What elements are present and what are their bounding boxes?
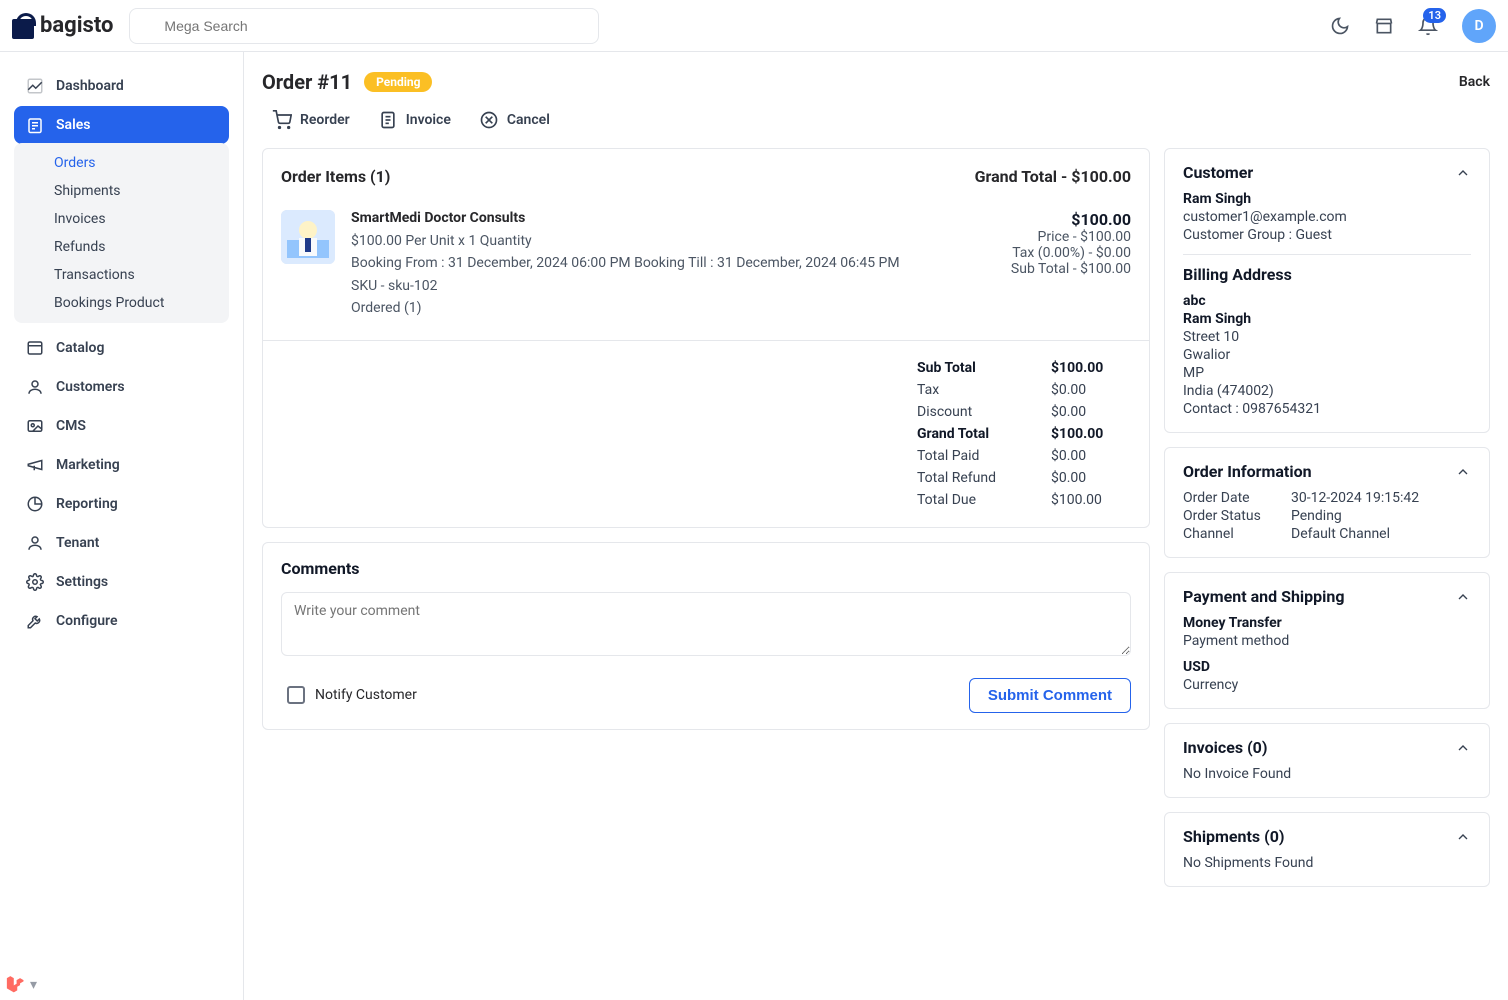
cms-icon	[26, 417, 44, 435]
order-grand-total: Grand Total - $100.00	[975, 167, 1131, 186]
order-actions: Reorder Invoice Cancel	[272, 110, 1490, 130]
sidebar-item-sales[interactable]: Sales	[14, 106, 229, 144]
avatar[interactable]: D	[1462, 9, 1496, 43]
unit-line: $100.00 Per Unit x 1 Quantity	[351, 230, 995, 252]
ordered-line: Ordered (1)	[351, 297, 995, 319]
customer-card: Customer Ram Singh customer1@example.com…	[1164, 148, 1490, 433]
status-badge: Pending	[364, 72, 432, 92]
search-wrap	[129, 8, 599, 44]
topbar: bagisto 13 D	[0, 0, 1508, 52]
line-price: Price - $100.00	[1011, 229, 1131, 245]
brand-logo[interactable]: bagisto	[12, 13, 113, 39]
invoice-button[interactable]: Invoice	[378, 110, 451, 130]
brand-name: bagisto	[40, 13, 113, 38]
sidebar-item-reporting[interactable]: Reporting	[14, 485, 229, 523]
dev-toolbar[interactable]: ▾	[6, 976, 37, 994]
page-title: Order #11	[262, 70, 352, 94]
sidebar-item-dashboard[interactable]: Dashboard	[14, 67, 229, 105]
sidebar-item-catalog[interactable]: Catalog	[14, 329, 229, 367]
sidebar-item-bookings[interactable]: Bookings Product	[14, 289, 229, 317]
tenant-icon	[26, 534, 44, 552]
chevron-up-icon[interactable]	[1455, 740, 1471, 756]
booking-line: Booking From : 31 December, 2024 06:00 P…	[351, 252, 995, 274]
billing-title: Billing Address	[1183, 265, 1471, 284]
comments-title: Comments	[281, 559, 1131, 578]
customer-name: Ram Singh	[1183, 190, 1471, 208]
notification-badge: 13	[1423, 8, 1446, 23]
customers-icon	[26, 378, 44, 396]
wrench-icon	[26, 612, 44, 630]
payment-card: Payment and Shipping Money Transfer Paym…	[1164, 572, 1490, 709]
comment-input[interactable]	[281, 592, 1131, 656]
chevron-up-icon[interactable]	[1455, 165, 1471, 181]
order-item-row: SmartMedi Doctor Consults $100.00 Per Un…	[263, 196, 1149, 340]
sales-icon	[26, 116, 44, 134]
sidebar-item-tenant[interactable]: Tenant	[14, 524, 229, 562]
sidebar-item-marketing[interactable]: Marketing	[14, 446, 229, 484]
catalog-icon	[26, 339, 44, 357]
product-thumbnail	[281, 210, 335, 264]
line-amount: $100.00	[1011, 210, 1131, 229]
sidebar-item-transactions[interactable]: Transactions	[14, 261, 229, 289]
sidebar-item-settings[interactable]: Settings	[14, 563, 229, 601]
invoices-card: Invoices (0) No Invoice Found	[1164, 723, 1490, 798]
customer-title: Customer	[1183, 163, 1253, 182]
order-info-card: Order Information Order Date30-12-2024 1…	[1164, 447, 1490, 558]
checkbox-icon	[287, 686, 305, 704]
sidebar-item-cms[interactable]: CMS	[14, 407, 229, 445]
totals-block: Sub Total$100.00 Tax$0.00 Discount$0.00 …	[263, 340, 1149, 527]
chevron-up-icon[interactable]	[1455, 464, 1471, 480]
reporting-icon	[26, 495, 44, 513]
main-content: Order #11 Pending Back Reorder Invoice C…	[244, 52, 1508, 1000]
customer-group: Customer Group : Guest	[1183, 226, 1471, 244]
submit-comment-button[interactable]: Submit Comment	[969, 678, 1131, 713]
bag-icon	[12, 13, 34, 39]
sku-line: SKU - sku-102	[351, 275, 995, 297]
customer-email: customer1@example.com	[1183, 208, 1471, 226]
storefront-icon[interactable]	[1374, 16, 1394, 36]
page-header: Order #11 Pending Back	[262, 70, 1490, 94]
order-items-card: Order Items (1) Grand Total - $100.00 Sm…	[262, 148, 1150, 528]
sidebar-item-customers[interactable]: Customers	[14, 368, 229, 406]
sidebar-item-invoices[interactable]: Invoices	[14, 205, 229, 233]
line-subtotal: Sub Total - $100.00	[1011, 261, 1131, 277]
chevron-up-icon[interactable]	[1455, 589, 1471, 605]
order-items-title: Order Items (1)	[281, 167, 390, 186]
reorder-button[interactable]: Reorder	[272, 110, 350, 130]
cancel-button[interactable]: Cancel	[479, 110, 550, 130]
shipments-card: Shipments (0) No Shipments Found	[1164, 812, 1490, 887]
back-button[interactable]: Back	[1459, 74, 1490, 90]
sidebar-item-shipments[interactable]: Shipments	[14, 177, 229, 205]
sidebar-item-refunds[interactable]: Refunds	[14, 233, 229, 261]
dashboard-icon	[26, 77, 44, 95]
line-tax: Tax (0.00%) - $0.00	[1011, 245, 1131, 261]
bell-icon[interactable]: 13	[1418, 16, 1438, 36]
dark-mode-icon[interactable]	[1330, 16, 1350, 36]
marketing-icon	[26, 456, 44, 474]
search-input[interactable]	[129, 8, 599, 44]
comments-card: Comments Notify Customer Submit Comment	[262, 542, 1150, 730]
sidebar-item-orders[interactable]: Orders	[14, 149, 229, 177]
sidebar-item-configure[interactable]: Configure	[14, 602, 229, 640]
product-title: SmartMedi Doctor Consults	[351, 210, 995, 226]
gear-icon	[26, 573, 44, 591]
sidebar: Dashboard Sales Orders Shipments Invoice…	[0, 52, 244, 1000]
notify-customer-checkbox[interactable]: Notify Customer	[281, 686, 417, 704]
sales-subnav: Orders Shipments Invoices Refunds Transa…	[14, 143, 229, 323]
chevron-up-icon[interactable]	[1455, 829, 1471, 845]
